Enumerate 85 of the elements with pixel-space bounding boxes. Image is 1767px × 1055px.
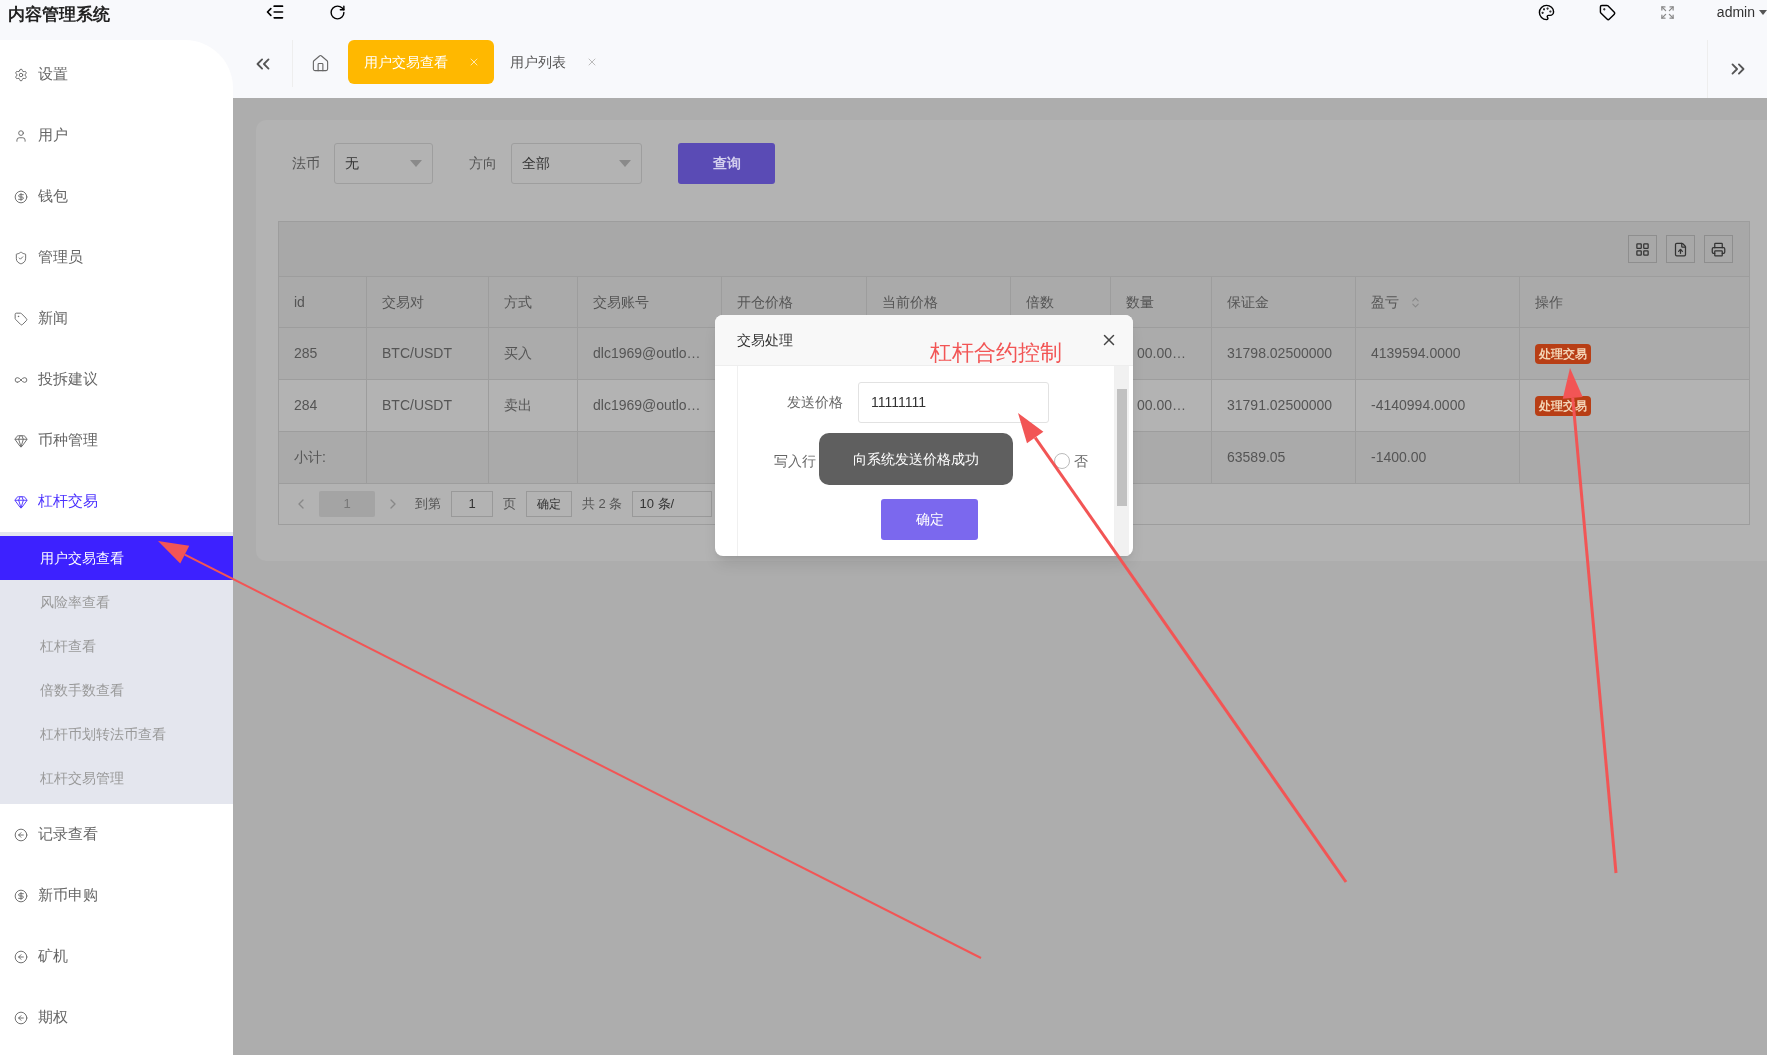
page-unit: 页	[503, 495, 516, 514]
sidebar-item[interactable]: 杠杆交易	[0, 471, 233, 532]
menu-fold-icon[interactable]	[265, 2, 285, 22]
columns-icon	[1635, 241, 1650, 257]
settings-icon	[14, 67, 28, 82]
process-trade-tag[interactable]: 处理交易	[1535, 343, 1591, 364]
table-cell-text: 284	[294, 396, 318, 415]
column-header: 保证金	[1212, 277, 1356, 327]
dollar-icon	[14, 888, 28, 903]
caret-icon	[1759, 9, 1767, 15]
goto-confirm-button[interactable]: 确定	[526, 491, 572, 517]
table-cell-text: 31798.02500000	[1227, 344, 1333, 363]
field-label: 发送价格	[786, 393, 844, 412]
table-cell-text: 卖出	[504, 396, 532, 415]
sidebar-item[interactable]: 矿机	[0, 926, 233, 987]
column-header: 方式	[489, 277, 578, 327]
sidebar-item[interactable]: 设置	[0, 44, 233, 105]
refresh-icon[interactable]	[329, 3, 346, 21]
table-cell-text: 4139594.0000	[1371, 344, 1461, 363]
filter-label: 方向	[469, 154, 497, 173]
column-header: id	[279, 277, 367, 327]
annotation-label: 杠杆合约控制	[930, 339, 1062, 367]
table-cell-text: 00.00…	[1137, 396, 1187, 415]
sidebar-item[interactable]: 记录查看	[0, 804, 233, 865]
tag-icon[interactable]	[1598, 3, 1616, 21]
success-toast: 向系统发送价格成功	[819, 433, 1013, 485]
tag-icon	[14, 311, 28, 326]
user-menu[interactable]: admin	[1716, 1, 1767, 23]
table-cell-text: 00.00…	[1137, 344, 1187, 363]
radio-option-label: 否	[1074, 451, 1088, 471]
page-tab[interactable]: 用户列表	[494, 40, 612, 84]
total-count: 共 2 条	[582, 495, 623, 514]
subtotal-cell-text: -1400.00	[1371, 448, 1427, 467]
sort-icon	[1409, 295, 1422, 309]
palette-icon[interactable]	[1537, 3, 1555, 21]
table-cell-text: 285	[294, 344, 318, 363]
table-cell-text: dlc1969@outlo…	[593, 396, 701, 415]
subtotal-cell-text: 63589.05	[1227, 448, 1286, 467]
columns-button[interactable]	[1628, 235, 1657, 263]
page-input[interactable]: 1	[451, 491, 493, 517]
dialog-title: 交易处理	[737, 330, 793, 350]
page-size-select[interactable]: 10 条/	[632, 491, 713, 517]
table-cell-text: 31791.02500000	[1227, 396, 1333, 415]
dollar-icon	[14, 189, 28, 204]
filter-label: 法币	[292, 154, 320, 173]
goto-label: 到第	[415, 495, 441, 514]
sidebar-item[interactable]: 新币申购	[0, 865, 233, 926]
table-cell-text: 买入	[504, 344, 532, 363]
dropdown-caret-icon	[410, 160, 422, 167]
column-header: 交易对	[367, 277, 489, 327]
column-header: 操作	[1534, 292, 1564, 312]
table-cell-text: dlc1969@outlo…	[593, 344, 701, 363]
sidebar-item[interactable]: 用户	[0, 105, 233, 166]
filter-select[interactable]: 全部	[511, 143, 642, 184]
table-cell-text: BTC/USDT	[382, 344, 452, 363]
sidebar-item[interactable]: 投拆建议	[0, 349, 233, 410]
query-button[interactable]: 查询	[678, 143, 775, 184]
export-icon	[1673, 241, 1688, 257]
subtotal-cell-text: 小计:	[294, 448, 326, 467]
sidebar-item[interactable]: 钱包	[0, 166, 233, 227]
table-cell-text: BTC/USDT	[382, 396, 452, 415]
export-button[interactable]	[1666, 235, 1695, 263]
submenu-item[interactable]: 用户交易查看	[0, 536, 233, 580]
print-button[interactable]	[1704, 235, 1733, 263]
gem-icon	[14, 494, 28, 509]
shield-icon	[14, 250, 28, 265]
home-icon[interactable]	[311, 54, 330, 73]
radio-label: 写入行	[774, 451, 816, 471]
radio-button[interactable]	[1054, 453, 1070, 469]
user-icon	[14, 128, 28, 143]
column-header: 盈亏	[1356, 277, 1520, 327]
print-icon	[1711, 241, 1726, 257]
sidebar-item[interactable]: 币种管理	[0, 410, 233, 471]
filter-select[interactable]: 无	[334, 143, 433, 184]
table-cell-text: -4140994.0000	[1371, 396, 1466, 415]
sidebar-item[interactable]: 新闻	[0, 288, 233, 349]
scrollbar[interactable]	[1115, 366, 1129, 556]
confirm-button[interactable]: 确定	[881, 499, 978, 540]
sidebar-item[interactable]: 期权	[0, 987, 233, 1048]
dropdown-caret-icon	[619, 160, 631, 167]
price-input[interactable]: 11111111	[858, 382, 1049, 423]
app-title: 内容管理系统	[7, 4, 111, 27]
sidebar-item[interactable]: 管理员	[0, 227, 233, 288]
fullscreen-icon[interactable]	[1659, 4, 1675, 20]
gem-icon	[14, 433, 28, 448]
